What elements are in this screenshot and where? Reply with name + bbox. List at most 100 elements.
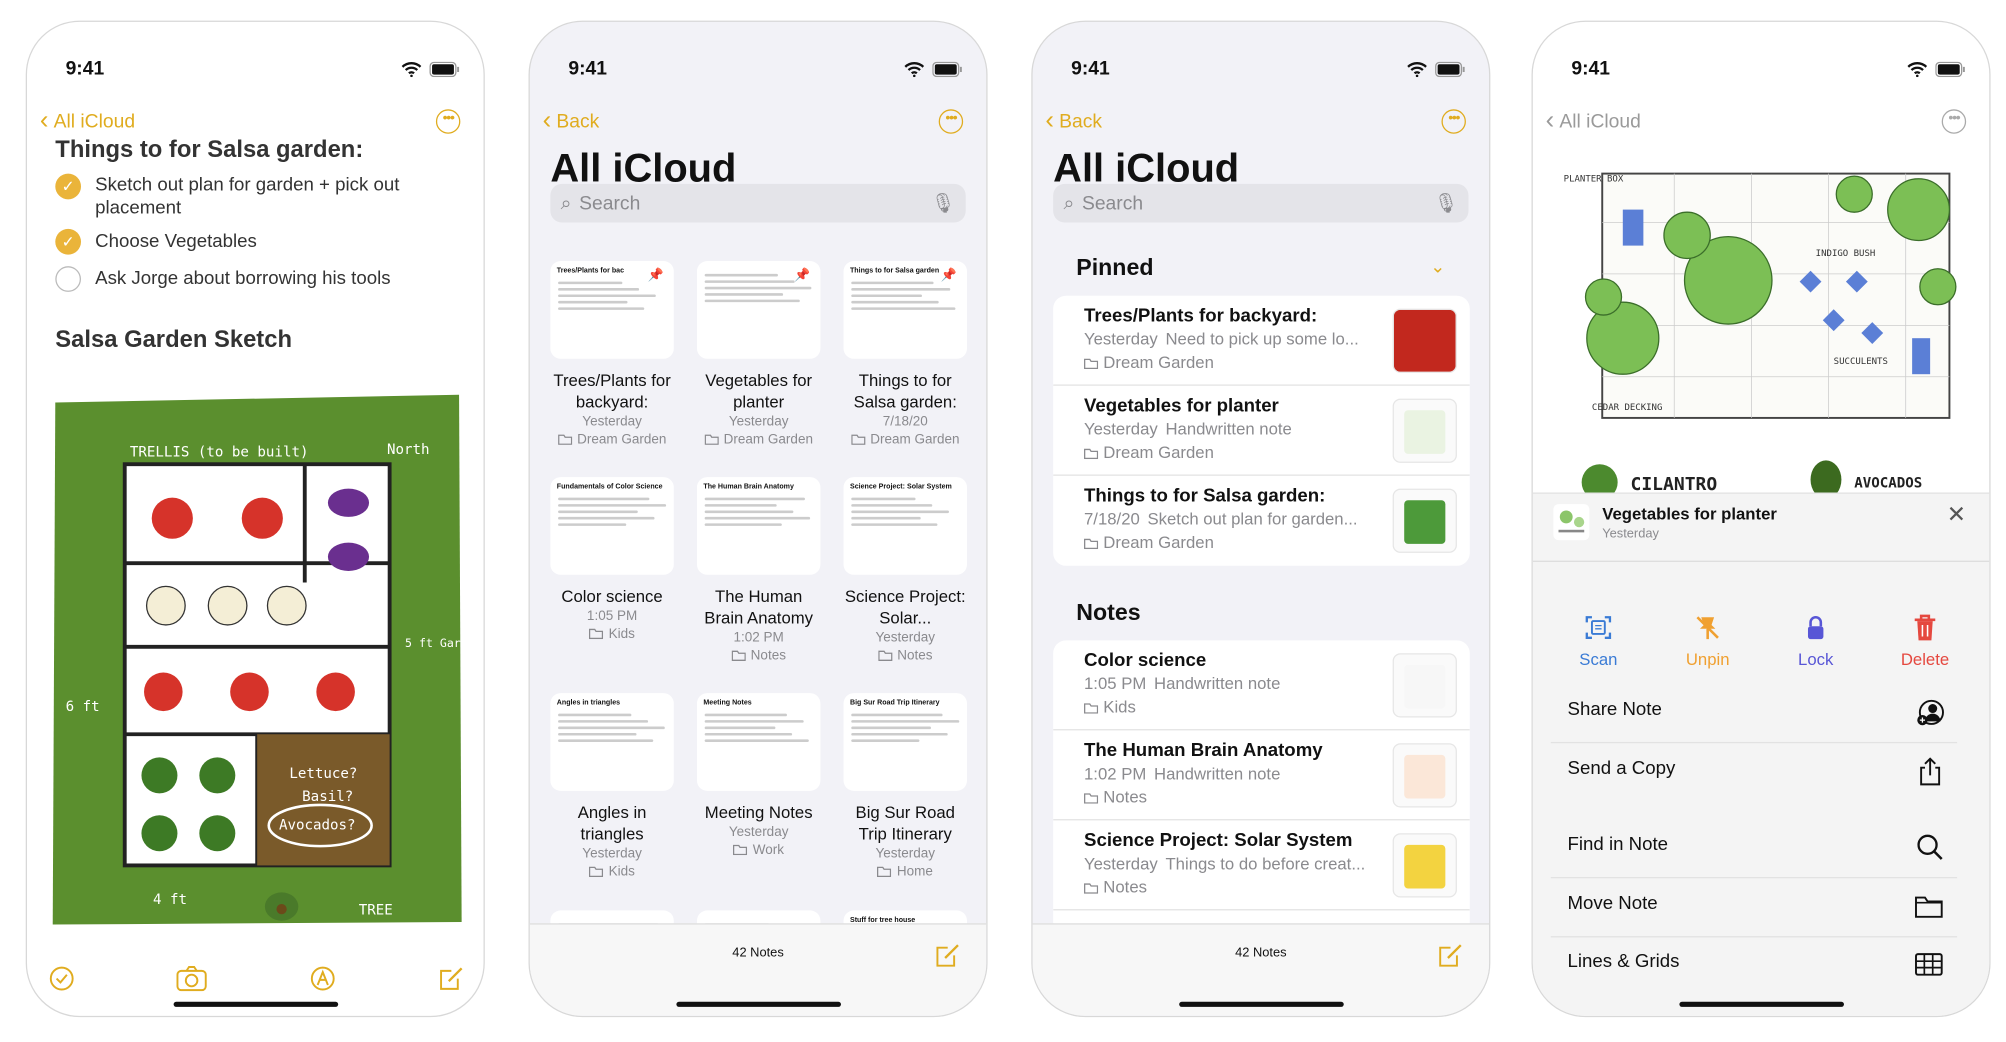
note-date: 7/18/20 <box>882 414 928 430</box>
unchecked-icon[interactable] <box>55 266 82 292</box>
checklist-icon[interactable] <box>49 966 75 992</box>
sketch-label-tree: TREE <box>359 902 393 918</box>
status-time: 9:41 <box>568 57 607 80</box>
close-icon[interactable]: ✕ <box>1947 502 1966 529</box>
sketch-label-lettuce: Lettuce? <box>289 766 357 782</box>
wifi-icon <box>904 62 925 78</box>
note-date: 1:05 PM <box>1084 673 1147 694</box>
compose-icon[interactable] <box>935 943 961 969</box>
folder-icon <box>731 650 746 661</box>
thumbnail-line <box>851 300 939 304</box>
note-thumbnail <box>1392 488 1457 553</box>
folder-icon <box>1084 703 1099 714</box>
note-card[interactable]: Trees/Plants for bac 📌 Trees/Plants for ba… <box>550 261 674 449</box>
microphone-icon[interactable]: 🎙 <box>931 192 955 215</box>
note-title: Vegetables for planter <box>705 370 813 412</box>
checklist-text[interactable]: Ask Jorge about borrowing his tools <box>95 266 390 292</box>
checked-icon[interactable]: ✓ <box>55 173 82 200</box>
note-row[interactable]: Things to for Salsa garden: 7/18/20 Sketch… <box>1053 476 1470 566</box>
chevron-down-icon[interactable]: ⌄ <box>1430 256 1445 278</box>
note-thumbnail <box>1392 653 1457 718</box>
battery-icon <box>932 61 962 78</box>
note-thumbnail <box>1392 398 1457 463</box>
folder-label: Notes <box>1103 876 1147 897</box>
more-icon[interactable]: ••• <box>1441 109 1466 134</box>
note-card[interactable]: Big Sur Road Trip Itinerary Big Sur Road … <box>843 693 967 881</box>
divider <box>1532 560 1990 562</box>
menu-item-send-a-copy[interactable]: Send a Copy <box>1551 743 1957 802</box>
compose-icon[interactable] <box>438 966 464 992</box>
note-card[interactable]: Science Project: Solar System Science Pro… <box>843 477 967 665</box>
note-title: Angles in triangles <box>577 802 647 844</box>
note-card[interactable]: Fundamentals of Color Science Color scien… <box>550 477 674 643</box>
back-button[interactable]: ‹ Back <box>1045 107 1102 137</box>
pin-icon: 📌 <box>940 268 957 283</box>
notes-header: Notes <box>1076 599 1141 625</box>
checklist-text[interactable]: Sketch out plan for garden + pick out <box>95 175 399 196</box>
folder-label: Dream Garden <box>1103 352 1214 372</box>
note-card[interactable]: Things to for Salsa garden 📌 Things to for… <box>843 261 967 449</box>
sketch-label-north: North <box>387 442 430 458</box>
thumbnail-line <box>851 516 921 520</box>
thumbnail-title: Meeting Notes <box>703 699 752 708</box>
note-row[interactable]: Trees/Plants for backyard: Yesterday Need … <box>1053 296 1470 386</box>
back-button[interactable]: ‹ All iCloud <box>40 107 135 137</box>
note-card[interactable]: Angles in triangles Angles in triangles Ye… <box>550 693 674 881</box>
thumbnail-line <box>558 497 650 501</box>
checklist-text-cont[interactable]: placement <box>95 198 181 219</box>
note-card[interactable]: 📌 Vegetables for planter Yesterday Dream Ga… <box>696 261 821 449</box>
search-input[interactable]: ⌕ Search 🎙 <box>1053 183 1469 223</box>
menu-item-move-note[interactable]: Move Note <box>1550 878 1958 938</box>
thumbnail-image <box>1404 754 1446 799</box>
checklist-text[interactable]: Choose Vegetables <box>95 229 257 255</box>
search-icon: ⌕ <box>1063 192 1075 215</box>
sketch-label-avocados: Avocados? <box>279 817 356 833</box>
camera-icon[interactable] <box>176 966 207 992</box>
thumbnail-line <box>558 713 632 717</box>
chevron-left-icon: ‹ <box>39 106 49 136</box>
notes-list: Color science 1:05 PM Handwritten note Kids… <box>1053 640 1470 949</box>
more-icon[interactable]: ••• <box>938 109 964 134</box>
action-unpin-button[interactable]: Unpin <box>1663 613 1753 669</box>
planter-sketch-drawing[interactable]: PLANTER BOX INDIGO BUSH SUCCULENTS CEDAR… <box>1546 145 1977 518</box>
more-icon[interactable]: ••• <box>435 109 461 134</box>
note-date: 1:05 PM <box>586 608 638 624</box>
thumbnail-image <box>1404 664 1446 709</box>
sheet-subtitle: Yesterday <box>1602 527 1659 542</box>
search-input[interactable]: ⌕ Search 🎙 <box>550 183 966 223</box>
checklist-item: ✓ Choose Vegetables <box>55 228 466 255</box>
microphone-icon[interactable]: 🎙 <box>1434 192 1458 215</box>
menu-item-lines-grids[interactable]: Lines & Grids <box>1551 936 1957 995</box>
search-placeholder: Search <box>579 192 641 215</box>
folder-icon <box>1084 883 1099 894</box>
back-button[interactable]: ‹ All iCloud <box>1546 107 1641 137</box>
folder-icon <box>733 844 748 856</box>
note-card[interactable]: Meeting Notes Meeting Notes Yesterday Work <box>696 693 821 859</box>
note-row[interactable]: Color science 1:05 PM Handwritten note Kids <box>1053 640 1470 731</box>
compose-icon[interactable] <box>1438 943 1464 969</box>
checked-icon[interactable]: ✓ <box>55 228 82 255</box>
pinned-header[interactable]: Pinned <box>1076 255 1153 282</box>
folder-label: Dream Garden <box>870 432 960 448</box>
note-thumbnail: Things to for Salsa garden 📌 <box>843 261 967 359</box>
more-icon[interactable]: ••• <box>1941 109 1967 134</box>
back-button[interactable]: ‹ Back <box>543 107 600 137</box>
thumbnail-line <box>851 510 949 514</box>
thumbnail-line <box>558 516 655 520</box>
action-delete-button[interactable]: Delete <box>1880 613 1970 669</box>
thumbnail-line <box>558 504 667 507</box>
phone-gallery-view: 9:41 ‹ Back ••• All iCloud ⌕ Search 🎙 Trees… <box>528 20 988 1018</box>
note-row[interactable]: Science Project: Solar System Yesterday Th… <box>1053 820 1470 911</box>
garden-sketch-drawing[interactable]: TRELLIS (to be built) North 6 ft 4 ft 5 … <box>50 390 464 928</box>
unpin-icon <box>1663 613 1753 644</box>
action-lock-button[interactable]: Lock <box>1771 613 1861 669</box>
thumbnail-line <box>704 739 809 742</box>
thumbnail-line <box>558 307 645 310</box>
note-row[interactable]: Vegetables for planter Yesterday Handwritt… <box>1053 386 1470 476</box>
menu-item-share-note[interactable]: Share Note <box>1550 684 1958 744</box>
markup-icon[interactable] <box>310 966 336 992</box>
note-row[interactable]: The Human Brain Anatomy 1:02 PM Handwritte… <box>1053 730 1470 821</box>
menu-item-find-in-note[interactable]: Find in Note <box>1550 819 1958 879</box>
action-scan-button[interactable]: Scan <box>1553 613 1643 669</box>
note-card[interactable]: The Human Brain Anatomy The Human Brain A… <box>696 477 821 665</box>
